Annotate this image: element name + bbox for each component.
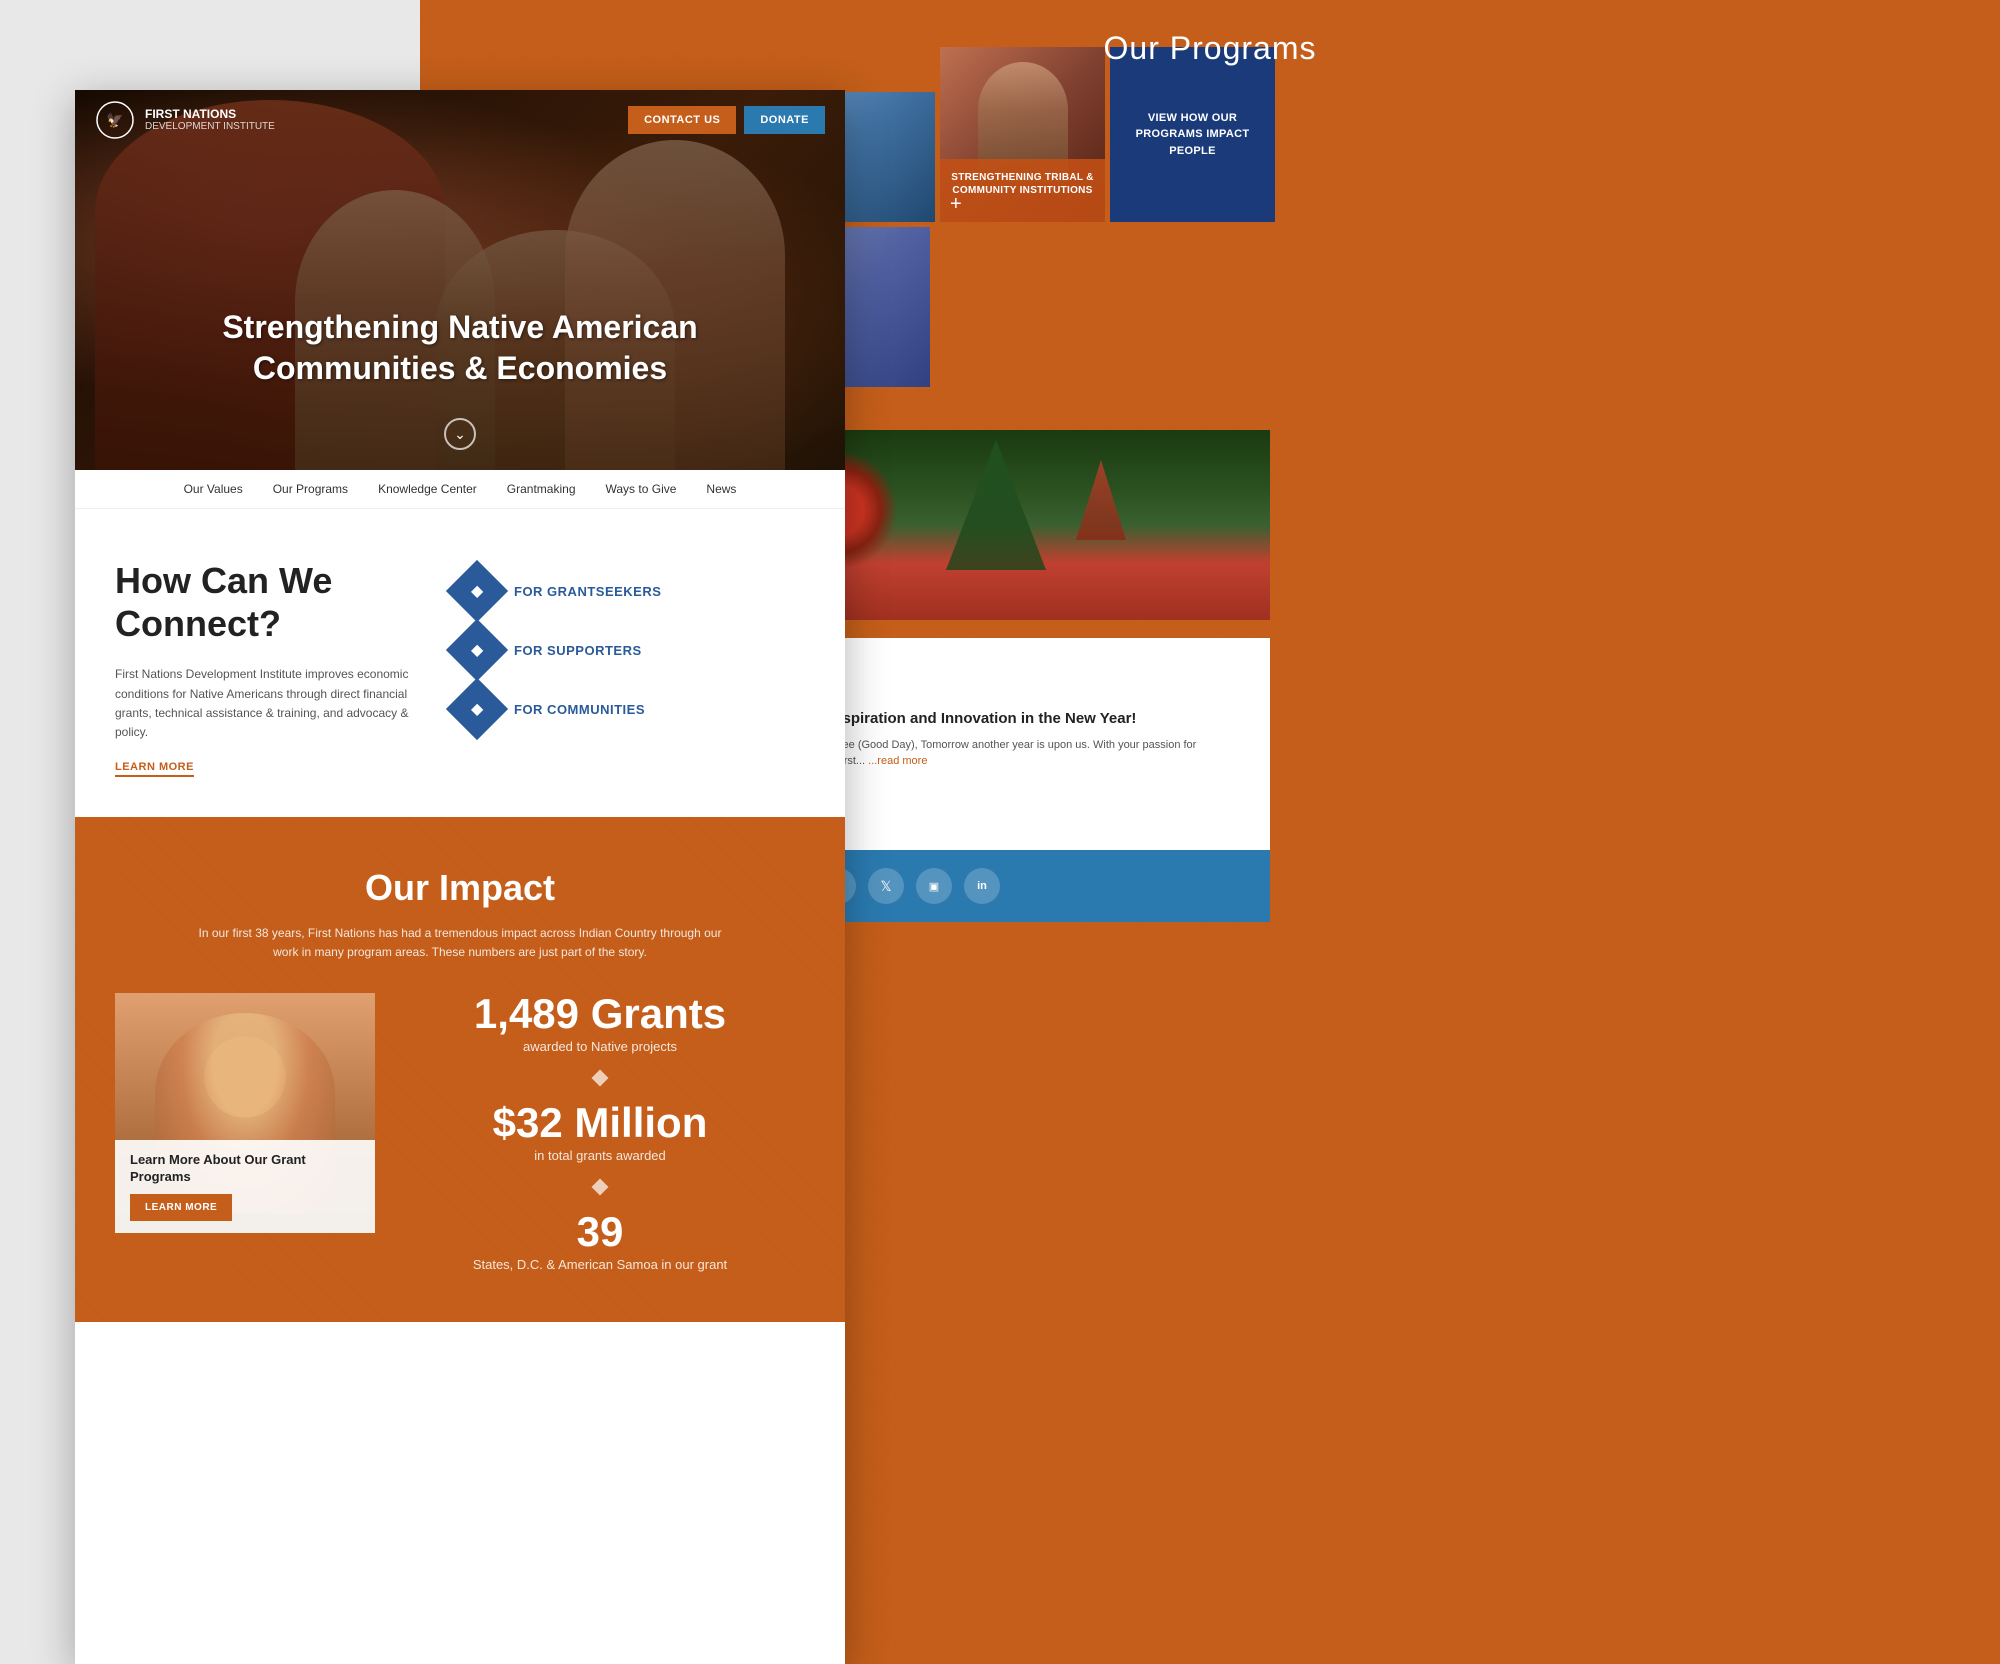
stat-grants-number: 1,489 Grants <box>395 993 805 1035</box>
news-card-content: Ignite Inspiration and Innovation in the… <box>785 701 1245 846</box>
grantseekers-label: FOR GRANTSEEKERS <box>514 584 661 599</box>
stat-million-number: $32 Million <box>395 1102 805 1144</box>
connect-title: How Can We Connect? <box>115 559 415 645</box>
stat-divider-1 <box>592 1069 609 1086</box>
stat-divider-2 <box>592 1178 609 1195</box>
impact-content: Learn More About Our Grant Programs LEAR… <box>115 993 805 1272</box>
hero-chevron-btn[interactable]: ⌄ <box>444 418 476 450</box>
stat-million-label: in total grants awarded <box>395 1148 805 1163</box>
nav-our-programs[interactable]: Our Programs <box>273 482 348 496</box>
supporters-diamond: ◆ <box>446 619 508 681</box>
communities-diamond: ◆ <box>446 678 508 740</box>
hero-text-area: Strengthening Native American Communitie… <box>125 307 795 390</box>
site-header: 🦅 First Nations Development Institute CO… <box>75 90 845 150</box>
hero-title: Strengthening Native American Communitie… <box>125 307 795 390</box>
contact-button[interactable]: CONTACT US <box>628 106 736 134</box>
logo-name: First Nations <box>145 107 275 121</box>
impact-stats: 1,489 Grants awarded to Native projects … <box>395 993 805 1272</box>
logo-icon: 🦅 <box>95 100 135 140</box>
logo-area: 🦅 First Nations Development Institute <box>95 100 275 140</box>
news-article-body: Yak'éi yagiyee (Good Day), Tomorrow anot… <box>785 737 1245 770</box>
communities-label: FOR COMMUNITIES <box>514 702 645 717</box>
communities-option[interactable]: ◆ FOR COMMUNITIES <box>455 687 805 731</box>
supporters-option[interactable]: ◆ FOR SUPPORTERS <box>455 628 805 672</box>
communities-icon: ◆ <box>471 699 483 719</box>
grantseekers-option[interactable]: ◆ FOR GRANTSEEKERS <box>455 569 805 613</box>
learn-more-link[interactable]: LEARN MORE <box>115 761 194 777</box>
connect-section: How Can We Connect? First Nations Develo… <box>75 509 845 817</box>
stat-grants-label: awarded to Native projects <box>395 1039 805 1054</box>
learn-more-btn[interactable]: LEARN MORE <box>130 1194 232 1221</box>
logo-subtitle: Development Institute <box>145 121 275 133</box>
connect-description: First Nations Development Institute impr… <box>115 665 415 742</box>
front-page: 🦅 First Nations Development Institute CO… <box>75 90 845 1664</box>
view-card-text: VIEW HOW OUR PROGRAMS IMPACT PEOPLE <box>1110 95 1275 175</box>
tribal-plus-btn[interactable]: + <box>950 193 962 216</box>
news-article-title: Ignite Inspiration and Innovation in the… <box>785 709 1245 729</box>
read-more-link[interactable]: ...read more <box>868 755 927 767</box>
nav-news[interactable]: News <box>706 482 736 496</box>
linkedin-button[interactable]: in <box>964 868 1000 904</box>
nav-our-values[interactable]: Our Values <box>184 482 243 496</box>
stat-grants: 1,489 Grants awarded to Native projects <box>395 993 805 1054</box>
impact-section: Our Impact In our first 38 years, First … <box>75 817 845 1321</box>
supporters-icon: ◆ <box>471 640 483 660</box>
nav-ways-to-give[interactable]: Ways to Give <box>606 482 677 496</box>
tribal-overlay: STRENGTHENING TRIBAL & COMMUNITY INSTITU… <box>940 159 1105 222</box>
nav-grantmaking[interactable]: Grantmaking <box>507 482 576 496</box>
stat-states: 39 States, D.C. & American Samoa in our … <box>395 1211 805 1272</box>
instagram-button[interactable]: ▣ <box>916 868 952 904</box>
impact-title: Our Impact <box>115 867 805 909</box>
grantseekers-icon: ◆ <box>471 581 483 601</box>
grantseekers-diamond: ◆ <box>446 560 508 622</box>
stat-states-label: States, D.C. & American Samoa in our gra… <box>395 1257 805 1272</box>
hero-section: 🦅 First Nations Development Institute CO… <box>75 90 845 470</box>
impact-image: Learn More About Our Grant Programs LEAR… <box>115 993 375 1233</box>
nav-knowledge-center[interactable]: Knowledge Center <box>378 482 477 496</box>
programs-section-title: Our Programs <box>420 0 2000 92</box>
twitter-button[interactable]: 𝕏 <box>868 868 904 904</box>
connect-left: How Can We Connect? First Nations Develo… <box>115 559 415 777</box>
connect-right: ◆ FOR GRANTSEEKERS ◆ FOR SUPPORTERS ◆ FO… <box>455 559 805 731</box>
supporters-label: FOR SUPPORTERS <box>514 643 642 658</box>
header-buttons: CONTACT US DONATE <box>628 106 825 134</box>
tribal-card-title: STRENGTHENING TRIBAL & COMMUNITY INSTITU… <box>948 171 1097 197</box>
donate-button[interactable]: DONATE <box>744 106 825 134</box>
navigation-bar: Our Values Our Programs Knowledge Center… <box>75 470 845 509</box>
svg-text:🦅: 🦅 <box>106 111 123 129</box>
stat-million: $32 Million in total grants awarded <box>395 1102 805 1163</box>
impact-image-label-text: Learn More About Our Grant Programs <box>130 1152 360 1186</box>
impact-description: In our first 38 years, First Nations has… <box>185 924 735 962</box>
impact-image-label: Learn More About Our Grant Programs LEAR… <box>115 1140 375 1233</box>
stat-states-number: 39 <box>395 1211 805 1253</box>
